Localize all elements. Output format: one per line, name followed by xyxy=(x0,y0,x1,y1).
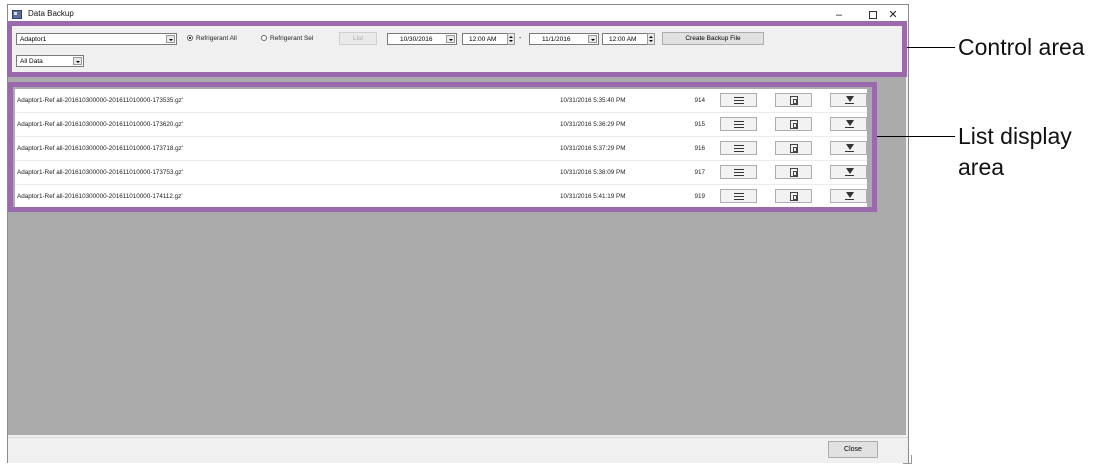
list-area-highlight xyxy=(8,82,877,212)
footer-bar xyxy=(8,437,908,463)
app-icon xyxy=(12,10,22,19)
control-area-highlight xyxy=(7,21,907,77)
list-area-leader-line xyxy=(877,136,955,137)
close-button[interactable]: Close xyxy=(828,441,878,458)
window-title: Data Backup xyxy=(28,9,74,18)
list-area-callout-line1: List display xyxy=(958,123,1072,149)
resize-grip[interactable] xyxy=(903,455,912,464)
control-area-callout: Control area xyxy=(958,34,1085,60)
control-area-leader-line xyxy=(907,47,955,48)
list-area-callout-line2: area xyxy=(958,154,1005,180)
